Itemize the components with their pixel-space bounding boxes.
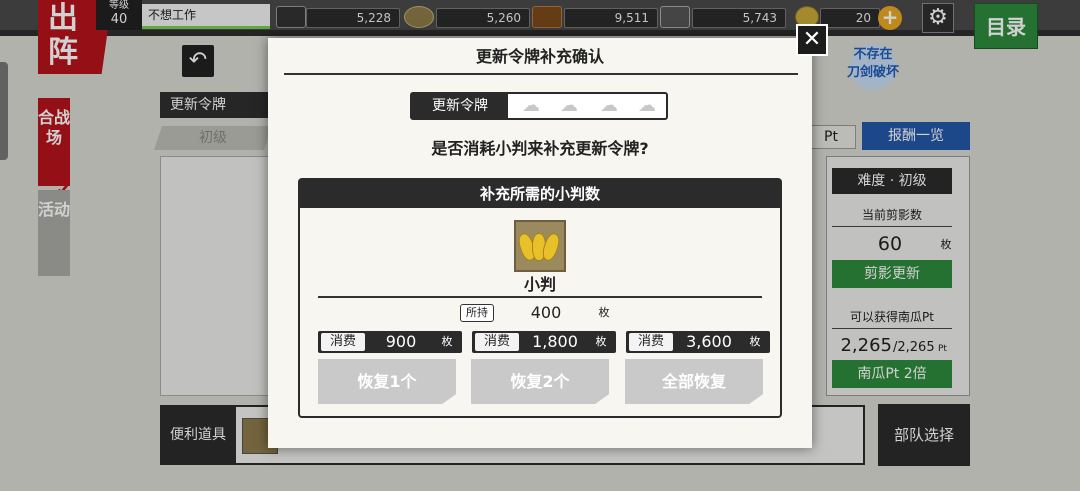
empty-token-icon: ☁	[522, 95, 540, 116]
cost-value: 900	[385, 332, 417, 351]
cost-value: 3,600	[686, 332, 732, 351]
dialog-title: 更新令牌补充确认	[475, 47, 604, 66]
title-divider	[284, 73, 798, 75]
cost-1: 消费 900 枚	[318, 331, 462, 353]
cost-unit: 枚	[441, 335, 453, 348]
item-divider	[318, 296, 762, 298]
item-name: 小判	[523, 275, 556, 294]
cost-3: 消费 3,600 枚	[626, 331, 770, 353]
token-label: 更新令牌	[412, 94, 508, 118]
cost-tag: 消费	[321, 333, 365, 351]
owned-unit: 枚	[598, 306, 610, 319]
restore-all-button[interactable]: 全部恢复	[625, 359, 763, 404]
required-koban-header: 补充所需的小判数	[300, 180, 780, 208]
empty-token-icon: ☁	[600, 95, 618, 116]
cost-unit: 枚	[595, 335, 607, 348]
cost-tag: 消费	[475, 333, 519, 351]
cost-2: 消费 1,800 枚	[472, 331, 616, 353]
koban-icon	[514, 220, 566, 272]
cost-tag: 消费	[629, 333, 673, 351]
restore-1-button[interactable]: 恢复1个	[318, 359, 456, 404]
owned-tag: 所持	[460, 304, 494, 322]
empty-token-icon: ☁	[638, 95, 656, 116]
confirm-question: 是否消耗小判来补充更新令牌?	[431, 139, 649, 158]
restore-2-button[interactable]: 恢复2个	[471, 359, 609, 404]
owned-value: 400	[530, 303, 562, 322]
cost-value: 1,800	[532, 332, 578, 351]
empty-token-icon: ☁	[560, 95, 578, 116]
cost-unit: 枚	[749, 335, 761, 348]
